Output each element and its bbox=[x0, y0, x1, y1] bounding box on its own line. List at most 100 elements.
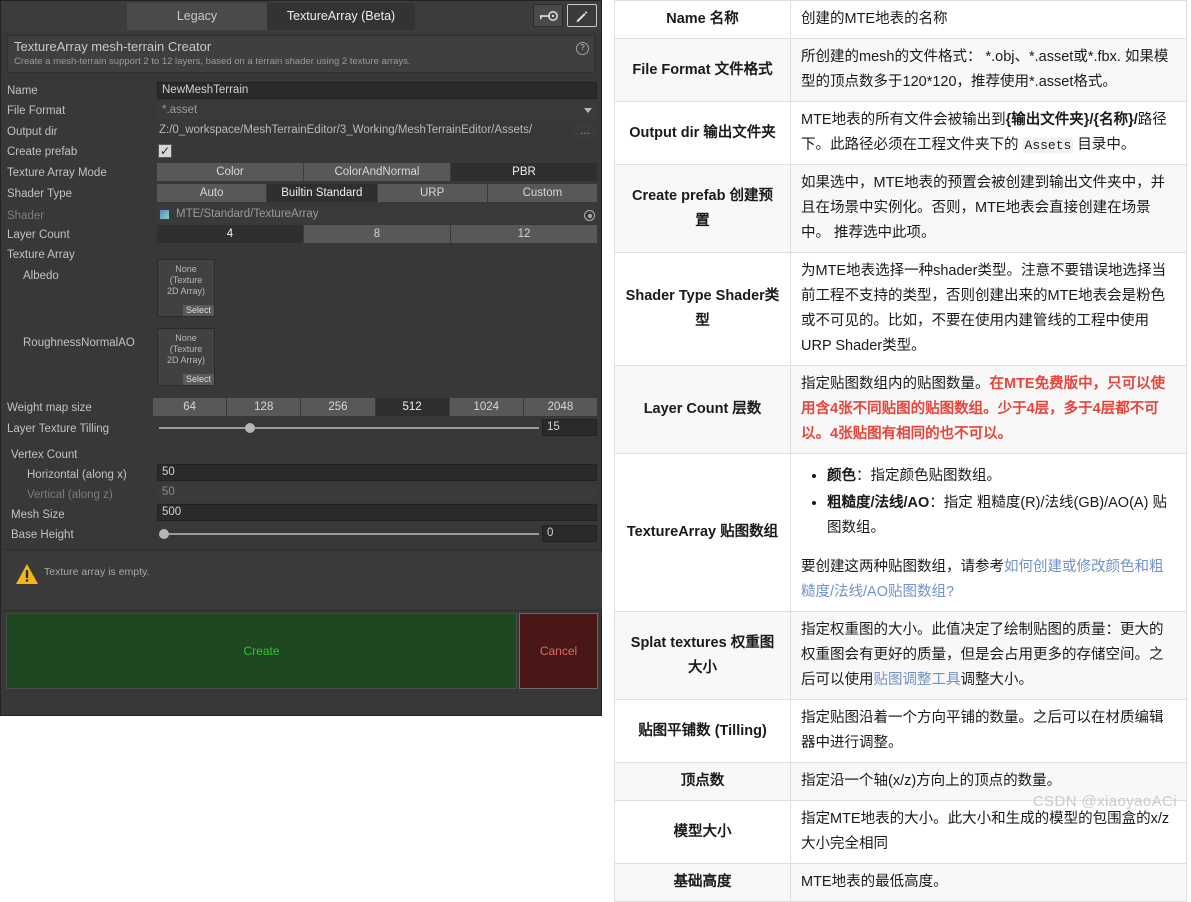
parameter-description-cell: 为MTE地表选择一种shader类型。注意不要错误地选择当前工程不支持的类型，否… bbox=[790, 252, 1187, 366]
divider bbox=[2, 549, 602, 550]
creator-subtitle: Create a mesh-terrain support 2 to 12 la… bbox=[14, 56, 411, 67]
roughnessnormalao-objectfield-text: None (Texture 2D Array) bbox=[166, 333, 205, 365]
table-row: TextureArray 贴图数组颜色：指定颜色贴图数组。粗糙度/法线/AO：指… bbox=[614, 453, 1187, 612]
label-base-height: Base Height bbox=[11, 529, 74, 541]
help-icon[interactable]: ? bbox=[576, 42, 589, 55]
roughnessnormalao-objectfield[interactable]: None (Texture 2D Array) Select bbox=[157, 328, 215, 386]
parameter-name-cell: Splat textures 权重图大小 bbox=[614, 611, 791, 700]
seg-urp[interactable]: URP bbox=[377, 184, 488, 202]
shader-type-segmented: Auto Builtin Standard URP Custom bbox=[157, 184, 597, 202]
file-format-dropdown[interactable]: *.asset bbox=[157, 102, 597, 119]
label-layer-count: Layer Count bbox=[7, 229, 70, 241]
seg-builtin-standard[interactable]: Builtin Standard bbox=[267, 184, 378, 202]
parameter-description-cell: 创建的MTE地表的名称 bbox=[790, 0, 1187, 39]
slider-knob[interactable] bbox=[159, 529, 169, 539]
slider-knob[interactable] bbox=[245, 423, 256, 433]
seg-color[interactable]: Color bbox=[157, 163, 304, 181]
layer-count-segmented: 4 8 12 bbox=[157, 225, 597, 243]
seg-layers-12[interactable]: 12 bbox=[451, 225, 597, 243]
parameter-description-cell: 指定贴图数组内的贴图数量。在MTE免费版中，只可以使用含4张不同贴图的贴图数组。… bbox=[790, 365, 1187, 454]
table-row: Create prefab 创建预置 如果选中，MTE地表的预置会被创建到输出文件… bbox=[614, 164, 1187, 253]
slider-track bbox=[159, 427, 539, 429]
texture-array-mode-segmented: Color ColorAndNormal PBR bbox=[157, 163, 597, 181]
create-button[interactable]: Create bbox=[6, 613, 517, 689]
tab-texturearray-beta[interactable]: TextureArray (Beta) bbox=[267, 3, 415, 30]
divider-bottom bbox=[2, 610, 602, 611]
warning-box: Texture array is empty. bbox=[2, 552, 602, 609]
parameter-description-cell: MTE地表的所有文件会被输出到{输出文件夹}/{名称}/路径下。此路径必须在工程… bbox=[790, 101, 1187, 165]
label-vertical: Vertical (along z) bbox=[27, 489, 113, 501]
seg-wms-128[interactable]: 128 bbox=[227, 398, 302, 416]
parameter-description-cell: 指定贴图沿着一个方向平铺的数量。之后可以在材质编辑器中进行调整。 bbox=[790, 699, 1187, 763]
csdn-watermark: CSDN @xiaoyaoACi bbox=[1032, 793, 1177, 810]
seg-custom[interactable]: Custom bbox=[487, 184, 597, 202]
vertical-input: 50 bbox=[157, 484, 597, 501]
table-row: Splat textures 权重图大小 指定权重图的大小。此值决定了绘制贴图的质… bbox=[614, 611, 1187, 700]
seg-wms-512[interactable]: 512 bbox=[375, 398, 450, 416]
seg-wms-64[interactable]: 64 bbox=[153, 398, 228, 416]
parameter-name-cell: Output dir 输出文件夹 bbox=[614, 101, 791, 165]
seg-wms-1024[interactable]: 1024 bbox=[449, 398, 524, 416]
albedo-objectfield[interactable]: None (Texture 2D Array) Select bbox=[157, 259, 215, 317]
parameter-name-cell: 顶点数 bbox=[614, 762, 791, 801]
seg-wms-2048[interactable]: 2048 bbox=[523, 398, 598, 416]
parameter-name-cell: Create prefab 创建预置 bbox=[614, 164, 791, 253]
parameter-description-cell: 如果选中，MTE地表的预置会被创建到输出文件夹中，并且在场景中实例化。否则，MT… bbox=[790, 164, 1187, 253]
seg-layers-8[interactable]: 8 bbox=[304, 225, 451, 243]
table-row: Layer Count 层数 指定贴图数组内的贴图数量。在MTE免费版中，只可以使… bbox=[614, 365, 1187, 454]
key-icon[interactable] bbox=[533, 4, 563, 27]
roughnessnormalao-select-button[interactable]: Select bbox=[182, 374, 214, 385]
base-height-value[interactable]: 0 bbox=[542, 525, 597, 542]
slider-track bbox=[159, 533, 539, 535]
mesh-size-input[interactable]: 500 bbox=[157, 504, 597, 521]
shader-asset-icon bbox=[160, 210, 169, 219]
parameter-description-cell: MTE地表的最低高度。 bbox=[790, 863, 1187, 902]
label-roughnessnormalao: RoughnessNormalAO bbox=[23, 337, 135, 349]
seg-pbr[interactable]: PBR bbox=[451, 163, 597, 181]
documentation-panel: Name 名称 创建的MTE地表的名称 File Format 文件格式 所创建的me… bbox=[610, 0, 1191, 902]
shader-objectfield[interactable]: MTE/Standard/TextureArray bbox=[157, 206, 597, 223]
parameter-description-cell: 颜色：指定颜色贴图数组。粗糙度/法线/AO：指定 粗糙度(R)/法线(GB)/A… bbox=[790, 453, 1187, 612]
cancel-button[interactable]: Cancel bbox=[519, 613, 598, 689]
parameter-name-cell: 模型大小 bbox=[614, 800, 791, 864]
table-row: 贴图平铺数 (Tilling) 指定贴图沿着一个方向平铺的数量。之后可以在材质编辑… bbox=[614, 699, 1187, 763]
layer-texture-tilling-slider[interactable] bbox=[159, 419, 539, 437]
seg-wms-256[interactable]: 256 bbox=[301, 398, 376, 416]
label-mesh-size: Mesh Size bbox=[11, 509, 65, 521]
screenshot-root: Legacy TextureArray (Beta) TextureArray … bbox=[0, 0, 1191, 902]
create-prefab-checkbox[interactable]: ✓ bbox=[158, 144, 172, 158]
output-dir-browse-button[interactable]: ... bbox=[573, 123, 597, 140]
seg-colorandnormal[interactable]: ColorAndNormal bbox=[304, 163, 451, 181]
edit-pencil-icon[interactable] bbox=[567, 4, 597, 27]
horizontal-input[interactable]: 50 bbox=[157, 464, 597, 481]
label-vertex-count-group: Vertex Count bbox=[11, 449, 78, 461]
name-input[interactable]: NewMeshTerrain bbox=[157, 82, 597, 99]
warning-text: Texture array is empty. bbox=[44, 566, 150, 578]
creator-header-box: TextureArray mesh-terrain Creator Create… bbox=[7, 35, 595, 73]
label-albedo: Albedo bbox=[23, 270, 59, 282]
label-name: Name bbox=[7, 85, 38, 97]
base-height-slider[interactable] bbox=[159, 525, 539, 543]
label-texture-array-group: Texture Array bbox=[7, 249, 75, 261]
label-shader: Shader bbox=[7, 210, 45, 222]
seg-layers-4[interactable]: 4 bbox=[157, 225, 304, 243]
tab-legacy[interactable]: Legacy bbox=[127, 3, 267, 30]
unity-editor-window: Legacy TextureArray (Beta) TextureArray … bbox=[0, 0, 610, 820]
output-dir-value: Z:/0_workspace/MeshTerrainEditor/3_Worki… bbox=[159, 124, 533, 136]
albedo-select-button[interactable]: Select bbox=[182, 305, 214, 316]
parameter-name-cell: 贴图平铺数 (Tilling) bbox=[614, 699, 791, 763]
table-row: Name 名称 创建的MTE地表的名称 bbox=[614, 0, 1187, 39]
label-weight-map-size: Weight map size bbox=[7, 402, 92, 414]
albedo-objectfield-text: None (Texture 2D Array) bbox=[166, 264, 205, 296]
seg-auto[interactable]: Auto bbox=[157, 184, 268, 202]
parameter-name-cell: TextureArray 贴图数组 bbox=[614, 453, 791, 612]
parameter-name-cell: 基础高度 bbox=[614, 863, 791, 902]
label-file-format: File Format bbox=[7, 105, 66, 117]
chevron-down-icon bbox=[584, 108, 592, 113]
table-row: Shader Type Shader类型 为MTE地表选择一种shader类型。注… bbox=[614, 252, 1187, 366]
table-row: Output dir 输出文件夹 MTE地表的所有文件会被输出到{输出文件夹}/{… bbox=[614, 101, 1187, 165]
layer-texture-tilling-value[interactable]: 15 bbox=[542, 419, 597, 436]
parameter-reference-table: Name 名称 创建的MTE地表的名称 File Format 文件格式 所创建的me… bbox=[614, 0, 1187, 902]
label-output-dir: Output dir bbox=[7, 126, 58, 138]
shader-picker-icon[interactable] bbox=[584, 210, 595, 221]
